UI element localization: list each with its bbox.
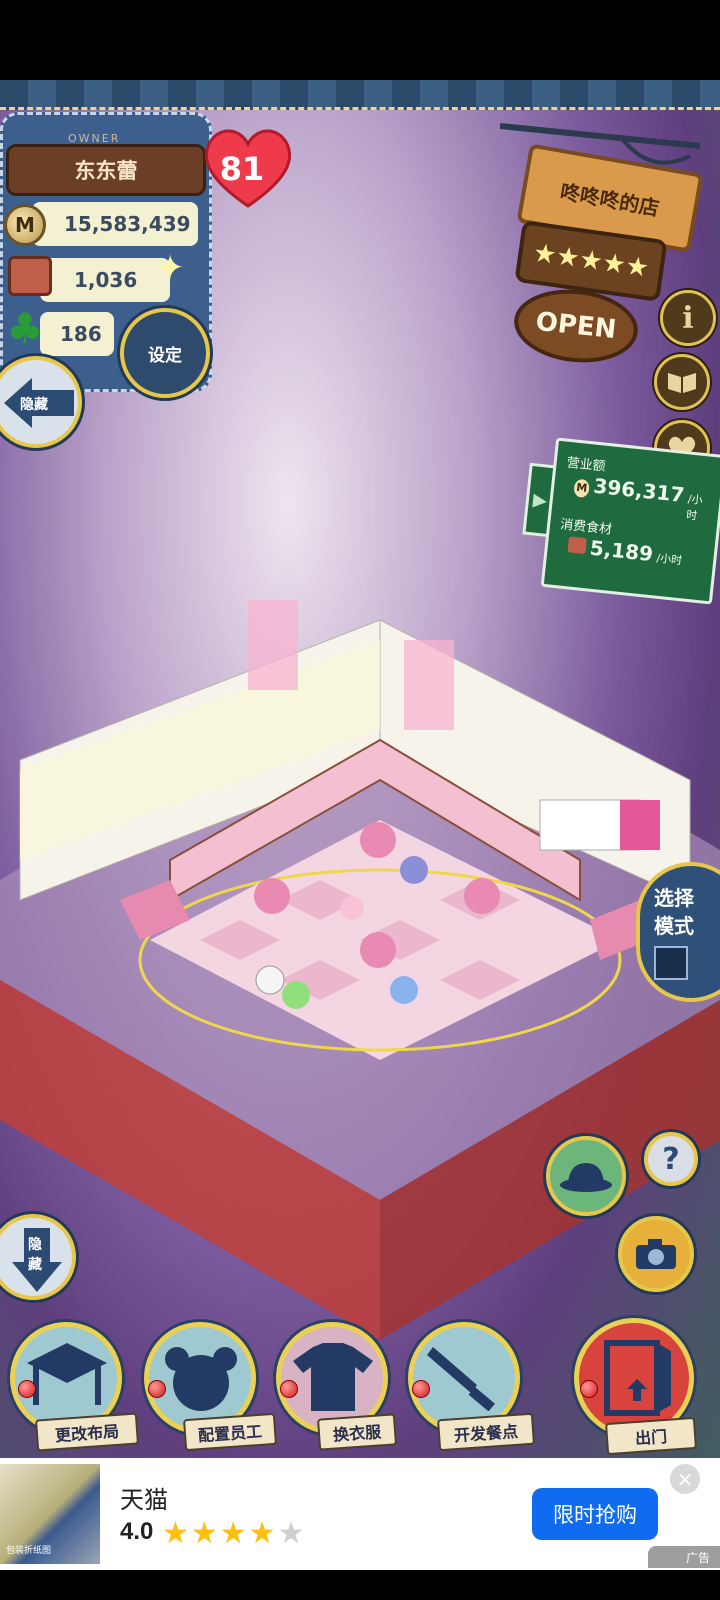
ingredients-bar: 1,036 bbox=[40, 258, 170, 302]
close-icon[interactable]: × bbox=[670, 1464, 700, 1494]
open-label: OPEN bbox=[534, 306, 618, 346]
sales-unit: /小时 bbox=[685, 492, 704, 523]
table-flower-1 bbox=[360, 822, 396, 858]
hide-toolbar-label-2: 藏 bbox=[28, 1257, 42, 1273]
shop-stars: ★★★★★ bbox=[531, 238, 651, 284]
ad-thumbnail[interactable]: 包装折纸图 bbox=[0, 1464, 100, 1564]
info-icon: i bbox=[682, 300, 694, 336]
top-stitch-border bbox=[0, 80, 720, 110]
ad-stars: ★★★★★ bbox=[162, 1516, 306, 1551]
character-bear-green bbox=[282, 981, 310, 1009]
coin-small-icon: M bbox=[573, 478, 591, 499]
player-level: 81 bbox=[219, 150, 265, 188]
table-flower-3 bbox=[464, 878, 500, 914]
pink-glass-cube-2 bbox=[404, 640, 454, 730]
pink-cabinet bbox=[620, 800, 660, 850]
pink-glass-cube-1 bbox=[248, 600, 298, 690]
ad-cta-button[interactable]: 限时抢购 bbox=[532, 1488, 658, 1540]
chevron-right-icon: ▶ bbox=[532, 488, 548, 512]
pin-icon bbox=[280, 1380, 298, 1398]
camera-icon bbox=[636, 1239, 676, 1269]
coin-symbol: M bbox=[15, 213, 35, 237]
select-mode-line-1: 选择 bbox=[654, 886, 694, 910]
settings-button[interactable]: 设定 bbox=[120, 308, 210, 398]
owner-name: 东东蕾 bbox=[74, 159, 138, 183]
pin-icon bbox=[18, 1380, 36, 1398]
info-button[interactable]: i bbox=[660, 290, 716, 346]
ad-stars-filled: ★★★★ bbox=[162, 1516, 278, 1551]
change-layout-label: 更改布局 bbox=[35, 1412, 139, 1452]
ingredients-basket-icon bbox=[8, 256, 52, 296]
hat-icon bbox=[560, 1163, 612, 1192]
bottom-bar bbox=[0, 1570, 720, 1600]
door-icon bbox=[604, 1340, 671, 1416]
character-bear-white bbox=[255, 965, 285, 995]
clovers-value: 186 bbox=[60, 322, 102, 346]
hide-ui-label: 隐藏 bbox=[20, 397, 48, 413]
ad-stars-empty: ★ bbox=[277, 1516, 307, 1551]
pin-icon bbox=[148, 1380, 166, 1398]
consume-unit: /小时 bbox=[655, 551, 683, 568]
book-icon bbox=[668, 373, 696, 393]
select-mode-button[interactable]: 选择 模式 bbox=[636, 862, 720, 1002]
revenue-board: 营业额 M 396,317 /小时 消费食材 5,189 /小时 bbox=[540, 437, 720, 605]
hat-button[interactable] bbox=[546, 1136, 626, 1216]
bear-head-icon bbox=[165, 1347, 237, 1411]
shop-name: 咚咚咚的店 bbox=[558, 178, 662, 220]
table-flower-2 bbox=[254, 878, 290, 914]
question-icon: ? bbox=[662, 1141, 680, 1177]
hide-toolbar-label-1: 隐 bbox=[28, 1237, 42, 1253]
coin-icon: M bbox=[4, 204, 46, 246]
sparkle-icon: ✦ bbox=[156, 248, 185, 288]
hide-ui-button[interactable]: 隐藏 bbox=[0, 356, 82, 448]
ad-rating: 4.0 bbox=[120, 1518, 154, 1545]
game-scene[interactable]: OWNER 东东蕾 81 15,583,439 M 1,036 ✦ 186 ♣ … bbox=[0, 80, 720, 1488]
develop-dish-label: 开发餐点 bbox=[437, 1412, 535, 1452]
clover-icon: ♣ bbox=[6, 304, 44, 353]
select-mode-line-2: 模式 bbox=[654, 914, 694, 938]
character-wizard bbox=[400, 856, 428, 884]
go-out-label: 出门 bbox=[604, 1416, 698, 1456]
basket-small-icon bbox=[567, 536, 587, 555]
book-button[interactable] bbox=[654, 354, 710, 410]
table-icon bbox=[27, 1343, 107, 1405]
pin-icon bbox=[412, 1380, 430, 1398]
shirt-icon bbox=[293, 1343, 373, 1411]
restaurant-floor[interactable] bbox=[0, 500, 720, 1400]
help-button[interactable]: ? bbox=[644, 1132, 698, 1186]
owner-name-sign: 东东蕾 bbox=[6, 144, 206, 196]
ingredients-value: 1,036 bbox=[74, 268, 138, 292]
character-bat-blue bbox=[390, 976, 418, 1004]
ad-title[interactable]: 天猫 bbox=[120, 1480, 168, 1515]
character-pink bbox=[340, 896, 364, 920]
ad-banner[interactable]: 包装折纸图 天猫 4.0 ★★★★★ 限时抢购 × 广告 bbox=[0, 1458, 720, 1570]
cube-icon bbox=[654, 946, 688, 980]
assign-staff-label: 配置员工 bbox=[182, 1412, 278, 1452]
coins-value: 15,583,439 bbox=[64, 212, 191, 236]
camera-button[interactable] bbox=[618, 1216, 694, 1292]
change-outfit-label: 换衣服 bbox=[316, 1413, 398, 1451]
knife-icon bbox=[427, 1347, 495, 1411]
ad-thumbnail-text: 包装折纸图 bbox=[6, 1546, 52, 1556]
settings-label: 设定 bbox=[148, 345, 182, 366]
pin-icon bbox=[580, 1380, 598, 1398]
ad-tag: 广告 bbox=[648, 1546, 720, 1568]
coins-bar: 15,583,439 bbox=[32, 202, 198, 246]
table-flower-4 bbox=[360, 932, 396, 968]
